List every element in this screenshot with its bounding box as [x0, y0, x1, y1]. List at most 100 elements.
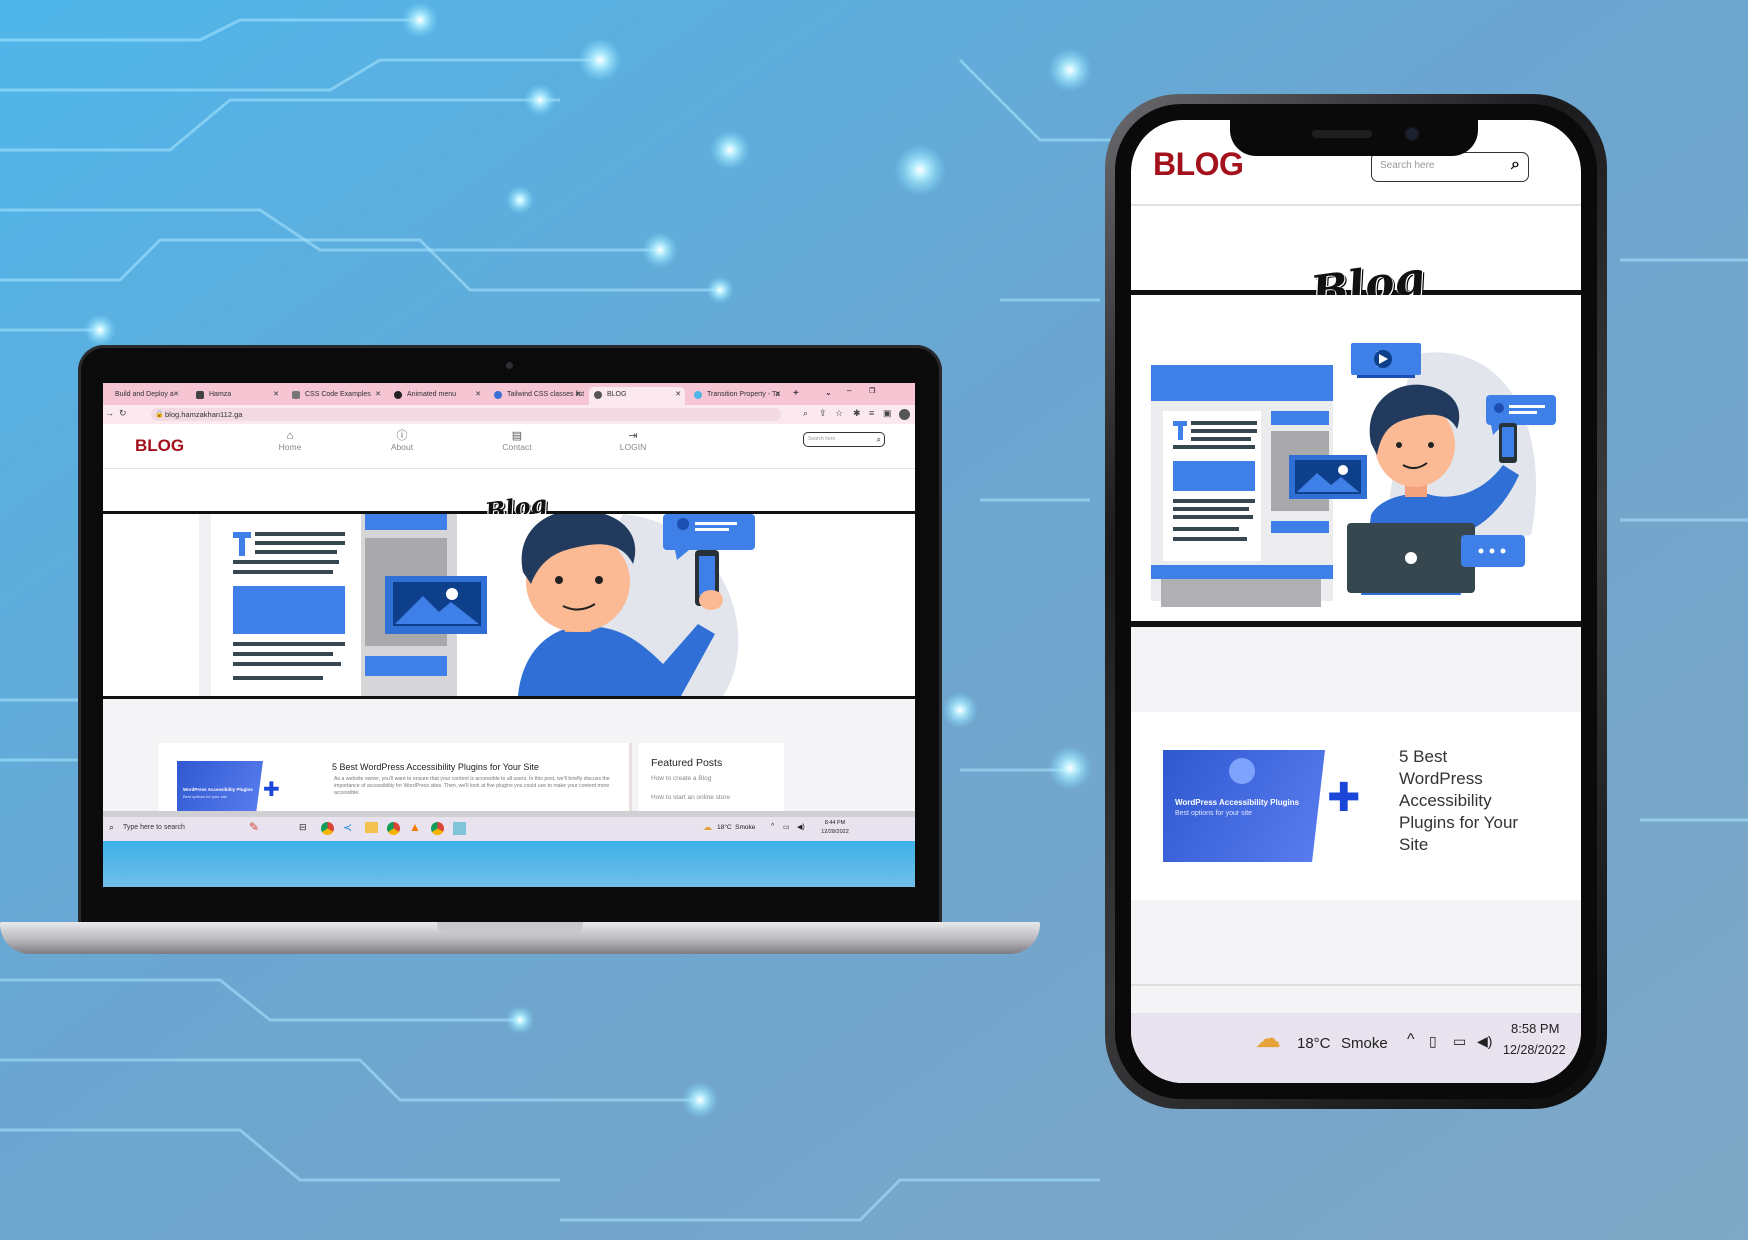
speaker-grille — [1312, 130, 1372, 138]
volume-icon[interactable]: ◀) — [797, 823, 805, 831]
meet-now-icon[interactable]: ▯ — [1429, 1033, 1437, 1050]
close-icon[interactable]: ✕ — [375, 387, 381, 403]
reading-list-icon[interactable]: ≡ — [869, 408, 874, 418]
share-icon[interactable]: ⇪ — [819, 408, 827, 419]
search-icon[interactable]: ⌕ — [877, 433, 881, 446]
featured-item[interactable]: How to start an online store — [651, 794, 730, 801]
close-icon[interactable]: ✕ — [775, 387, 781, 403]
nav-login[interactable]: ⇥ LOGIN — [603, 430, 663, 452]
volume-icon[interactable]: ◀) — [1477, 1033, 1492, 1050]
wind-icon — [694, 391, 702, 399]
home-icon: ⌂ — [286, 430, 294, 442]
post-card[interactable]: WordPress Accessibility Plugins Best opt… — [1131, 712, 1581, 900]
taskbar-search[interactable]: Type here to search — [123, 824, 185, 831]
chrome-icon[interactable] — [387, 822, 400, 835]
site-logo[interactable]: BLOG — [135, 436, 184, 456]
taskbar-weather[interactable]: 18°C Smoke — [717, 824, 755, 831]
post-thumbnail[interactable]: WordPress Accessibility Plugins Best opt… — [1163, 750, 1325, 862]
browser-tab[interactable]: Animated menu ✕ — [389, 387, 485, 405]
front-camera — [1406, 128, 1418, 140]
content-divider — [1131, 984, 1581, 986]
vlc-icon[interactable]: ▲ — [409, 820, 421, 834]
post-title[interactable]: 5 Best WordPress Accessibility Plugins f… — [1399, 746, 1518, 856]
tab-label: Animated menu — [407, 391, 457, 398]
sidebar-icon[interactable]: ▣ — [883, 408, 892, 419]
network-icon[interactable]: ▭ — [1453, 1033, 1466, 1050]
browser-tab[interactable]: Hamza ✕ — [191, 387, 283, 405]
browser-tab[interactable]: CSS Code Examples ✕ — [287, 387, 385, 405]
featured-item[interactable]: How to create a Blog — [651, 775, 711, 782]
puzzle-icon: ✚ — [1327, 776, 1361, 820]
close-icon[interactable]: ✕ — [475, 387, 481, 403]
site-header: BLOG ⌂ Home ⓘ About ▤ Contact ⇥ LOGIN Se… — [103, 424, 915, 469]
search-input[interactable]: Search here ⌕ — [1371, 152, 1529, 182]
extensions-icon[interactable]: ✱ — [853, 408, 861, 419]
back-icon[interactable]: → — [105, 408, 114, 418]
taskbar-time[interactable]: 8:44 PM — [815, 820, 855, 826]
nav-about[interactable]: ⓘ About — [372, 430, 432, 452]
phone-notch — [1230, 116, 1478, 156]
weather-icon: ☁ — [1255, 1023, 1281, 1053]
thumbnail-subtitle: Best options for your site — [183, 794, 228, 799]
hero-illustration — [1131, 295, 1581, 621]
browser-tab-bar: Build and Deploy a ✕ Hamza ✕ CSS Code Exam… — [103, 383, 915, 405]
search-input[interactable]: Search here ⌕ — [803, 432, 885, 447]
nav-label: LOGIN — [619, 442, 647, 452]
taskbar-date[interactable]: 12/28/2022 — [1503, 1043, 1566, 1057]
minimize-icon[interactable]: – — [847, 386, 851, 395]
nav-home[interactable]: ⌂ Home — [260, 430, 320, 452]
restore-icon[interactable]: ❐ — [869, 387, 875, 395]
browser-tab-active[interactable]: BLOG ✕ — [589, 387, 685, 405]
chevron-up-icon[interactable]: ^ — [771, 823, 774, 830]
browser-tab[interactable]: Transition Property - Ta ✕ — [689, 387, 785, 405]
chevron-up-icon[interactable]: ^ — [1407, 1031, 1415, 1049]
tab-label: BLOG — [607, 391, 627, 398]
taskbar-date[interactable]: 12/28/2022 — [813, 829, 857, 835]
nav-contact[interactable]: ▤ Contact — [487, 430, 547, 452]
hero-illustration-art — [199, 514, 755, 696]
task-view-icon[interactable]: ⊟ — [299, 822, 307, 833]
network-icon[interactable]: ▭ — [783, 823, 790, 831]
search-icon[interactable]: ⌕ — [1511, 152, 1520, 178]
paint-icon[interactable]: ✎ — [249, 820, 259, 834]
site-logo[interactable]: BLOG — [1153, 146, 1244, 183]
tab-label: CSS Code Examples — [305, 391, 371, 398]
chrome-icon[interactable] — [321, 822, 334, 835]
avatar[interactable] — [899, 409, 910, 420]
featured-heading: Featured Posts — [651, 757, 723, 769]
codepen-icon — [394, 391, 402, 399]
chevron-down-icon[interactable]: ⌄ — [825, 388, 832, 397]
folder-icon[interactable] — [365, 822, 378, 833]
post-title-line: Accessibility — [1399, 791, 1492, 810]
search-icon[interactable]: ⌕ — [109, 822, 114, 833]
taskbar-weather[interactable]: Smoke — [1341, 1035, 1388, 1052]
new-tab-icon[interactable]: + — [793, 388, 799, 399]
laptop-hinge-notch — [437, 922, 583, 934]
zoom-icon[interactable]: ⌕ — [803, 408, 808, 419]
nav-label: Contact — [502, 442, 532, 452]
url-field[interactable]: 🔒 blog.hamzakhan112.ga — [151, 408, 781, 421]
header-divider — [1131, 204, 1581, 206]
globe-icon — [494, 391, 502, 399]
close-icon[interactable]: ✕ — [273, 387, 279, 403]
app-icon[interactable] — [453, 822, 466, 835]
search-placeholder: Search here — [808, 436, 836, 442]
browser-tab[interactable]: Build and Deploy a ✕ — [103, 387, 183, 405]
post-thumbnail[interactable]: WordPress Accessibility Plugins Best opt… — [177, 761, 263, 813]
browser-tab[interactable]: Tailwind CSS classes list ✕ — [489, 387, 585, 405]
close-icon[interactable]: ✕ — [675, 387, 681, 403]
post-title[interactable]: 5 Best WordPress Accessibility Plugins f… — [332, 762, 539, 772]
laptop-taskbar: ⌕ Type here to search ✎ ⊟ ≺ ▲ ☁ 18°C Smo… — [103, 817, 915, 841]
post-excerpt: As a website owner, you'll want to ensur… — [334, 776, 610, 796]
vscode-icon[interactable]: ≺ — [343, 821, 352, 834]
star-icon[interactable]: ☆ — [835, 408, 843, 419]
close-icon[interactable]: ✕ — [575, 387, 581, 403]
taskbar-time[interactable]: 8:58 PM — [1511, 1021, 1559, 1036]
post-card[interactable]: WordPress Accessibility Plugins Best opt… — [159, 743, 632, 813]
close-icon[interactable]: ✕ — [173, 387, 179, 403]
nav-label: About — [390, 442, 414, 452]
reload-icon[interactable]: ↻ — [119, 408, 127, 419]
taskbar-temperature[interactable]: 18°C — [1297, 1035, 1331, 1052]
chrome-icon[interactable] — [431, 822, 444, 835]
login-icon: ⇥ — [628, 430, 638, 442]
